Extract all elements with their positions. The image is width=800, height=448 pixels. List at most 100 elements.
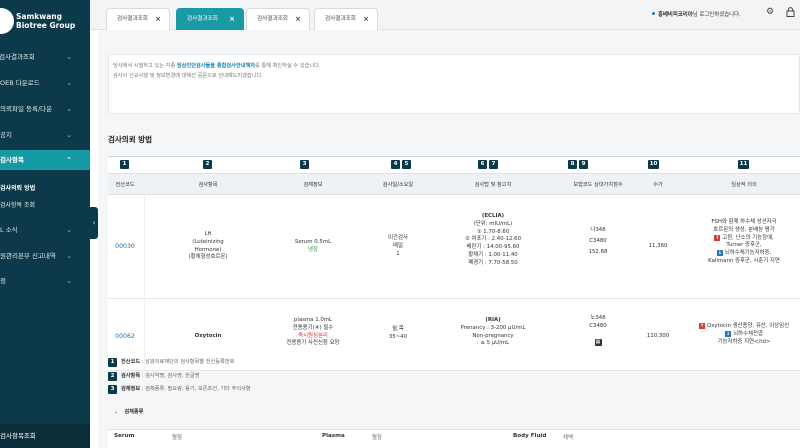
sidebar: Samkwang Biotree Group 검사결과조회 ⌄ OEB 다운로드 ⌄… bbox=[0, 0, 90, 448]
number-badge: 2 bbox=[108, 372, 117, 381]
header-price: 수가 bbox=[653, 182, 663, 188]
specimen-text: ) 필수 bbox=[319, 324, 334, 331]
info-link[interactable]: 임상진단검사들을 종합검사안내책자 bbox=[177, 63, 255, 69]
price: 110,300 bbox=[646, 333, 670, 339]
tab-label: 검사결과조회 bbox=[325, 16, 356, 22]
specimen-toggle-label: 검체종류 bbox=[124, 409, 144, 415]
insurance-line: C3480 bbox=[589, 238, 607, 244]
sidebar-item-label: OEB 다운로드 bbox=[0, 79, 40, 87]
close-icon[interactable]: × bbox=[295, 9, 301, 30]
notice-text: 님 로그인하셨습니다. bbox=[692, 12, 741, 18]
column-divider bbox=[144, 195, 145, 299]
number-badge: 4 bbox=[391, 160, 400, 169]
test-code-link[interactable]: 00062 bbox=[108, 333, 142, 341]
test-item-line: (황체형성호르몬) bbox=[188, 254, 228, 261]
sidebar-item-notice[interactable]: 공지 ⌄ bbox=[0, 125, 90, 145]
legend-text: : 삼광의료재단의 검사항목별 전산등록번호 bbox=[140, 359, 235, 365]
sidebar-item-label: 원관리본부 신고내역 bbox=[0, 252, 56, 260]
test-method: (ECLIA) (단위: mIU/mL) ① 1.70-8.60 ② 여포기 :… bbox=[428, 213, 558, 268]
header-insurance: 보험코드 상대가치점수 bbox=[573, 182, 623, 188]
sidebar-item-results[interactable]: 검사결과조회 ⌄ bbox=[0, 47, 90, 67]
number-badge: 11 bbox=[738, 160, 749, 169]
chevron-down-icon: ⌄ bbox=[66, 226, 72, 234]
header-specimen: 검체정보 bbox=[303, 182, 323, 188]
calendar-icon-glyph: ▦ bbox=[594, 338, 602, 346]
sidebar-item-misc[interactable]: 정 ⌄ bbox=[0, 271, 90, 291]
insurance-code: 노348 C3480 ▦ bbox=[558, 315, 638, 346]
test-item: Oxytocin bbox=[194, 333, 222, 339]
specimen-note: 전용용기 사전신청 요망 bbox=[286, 340, 340, 347]
header-code: 전산코드 bbox=[115, 182, 135, 188]
gear-icon[interactable]: ⚙ bbox=[766, 7, 774, 17]
specimen-info: Serum 0.5mL 냉장 bbox=[258, 239, 368, 255]
sidebar-subitem-request-method[interactable]: 검사의뢰 방법 bbox=[0, 183, 35, 192]
specimen-amount: plasma 1.0mL bbox=[293, 317, 333, 323]
sidebar-bottom-item[interactable]: 검사항목조회 bbox=[0, 424, 90, 448]
chevron-down-icon: ⌄ bbox=[66, 131, 72, 139]
test-code-link[interactable]: 00030 bbox=[108, 243, 142, 251]
number-badge: 6 bbox=[478, 160, 487, 169]
clinical-text: 뇌하수체전엽 bbox=[733, 330, 763, 337]
specimen-storage: 냉장 bbox=[308, 246, 318, 253]
tab-results-1[interactable]: 검사결과조회 × bbox=[106, 8, 170, 30]
brand-name: Samkwang Biotree Group bbox=[16, 12, 75, 30]
close-icon[interactable]: × bbox=[229, 9, 235, 30]
sidebar-item-reports[interactable]: 원관리본부 신고내역 ⌄ bbox=[0, 246, 90, 266]
calendar-icon[interactable]: ▦ bbox=[558, 338, 638, 347]
test-days-line: 이간검사 bbox=[388, 235, 408, 241]
sidebar-subitem-item-search[interactable]: 검사항목 조회 bbox=[0, 200, 35, 209]
brand-logo bbox=[0, 8, 14, 34]
method-line: 황체기 : 1.00-11.40 bbox=[468, 251, 518, 258]
close-icon[interactable]: × bbox=[363, 9, 369, 30]
sidebar-item-file-upload[interactable]: 의뢰파일 등록/다운 ⌄ bbox=[0, 99, 90, 119]
clinical-text: 고환, 난소의 기능장애, bbox=[722, 234, 774, 241]
sidebar-item-label: 의뢰파일 등록/다운 bbox=[0, 105, 53, 113]
specimen-panel: Serum 혈청 Plasma 혈장 Body Fluid 체액 bbox=[108, 429, 800, 448]
table-header: 전산코드 검사항목 검체정보 검사일/소요일 검사법 및 참고치 보험코드 상대… bbox=[108, 173, 800, 195]
chevron-down-icon: ⌄ bbox=[66, 105, 72, 113]
info-line-1: 당사에서 시행하고 있는 각종 임상진단검사들을 종합검사안내책자를 통해 확인… bbox=[113, 61, 799, 71]
method-line: 폐경기 : 7.70-58.50 bbox=[468, 259, 518, 266]
clinical-text: 뇌하수체기능저하증, bbox=[724, 250, 772, 257]
notice-user: 홍베비피코리아 bbox=[658, 12, 693, 18]
clinical-line: ↑ Oxytocin 생산종양, 유산, 이상임신 bbox=[688, 323, 800, 331]
number-badge: 8 bbox=[568, 160, 577, 169]
number-badge: 3 bbox=[300, 160, 309, 169]
number-badge: 9 bbox=[579, 160, 588, 169]
sidebar-collapse-button[interactable]: ‹ bbox=[90, 207, 98, 239]
chevron-down-icon: ⌄ bbox=[114, 409, 119, 415]
tab-results-4[interactable]: 검사결과조회 × bbox=[314, 8, 378, 30]
specimen-value: 혈청 bbox=[172, 435, 182, 441]
sidebar-item-news[interactable]: L 소식 ⌄ bbox=[0, 220, 90, 240]
method-line: (단위: mIU/mL) bbox=[473, 220, 513, 227]
sidebar-item-download[interactable]: OEB 다운로드 ⌄ bbox=[0, 73, 90, 93]
clinical-line: Kallmann 증후군, 시춘기 지연 bbox=[708, 257, 780, 264]
test-method: (RIA) Prenancy : 3-200 μU/mL Non-pregnan… bbox=[428, 317, 558, 348]
brand-line2: Biotree Group bbox=[16, 21, 76, 30]
sidebar-item-label: L 소식 bbox=[0, 226, 18, 234]
method-line: 배란기 : 14.00-95.60 bbox=[466, 244, 520, 251]
decrease-icon: ↓ bbox=[716, 250, 723, 257]
header-days: 검사일/소요일 bbox=[382, 182, 414, 188]
legend-title: 검체정보 bbox=[121, 386, 141, 392]
tab-results-2[interactable]: 검사결과조회 × bbox=[176, 8, 244, 30]
tab-label: 검사결과조회 bbox=[187, 16, 218, 22]
top-bar: 검사결과조회 × 검사결과조회 × 검사결과조회 × 검사결과조회 × 홍베비피코리아님… bbox=[90, 0, 800, 30]
close-icon[interactable]: × bbox=[155, 9, 161, 30]
clinical-line: ↓ 뇌하수체기능저하증, bbox=[688, 250, 800, 258]
specimen-label: Plasma bbox=[322, 433, 345, 439]
login-notice: 홍베비피코리아님 로그인하셨습니다. bbox=[652, 10, 741, 18]
tab-results-3[interactable]: 검사결과조회 × bbox=[246, 8, 310, 30]
specimen-value: 체액 bbox=[563, 435, 573, 441]
sidebar-item-label: 정 bbox=[0, 277, 6, 285]
specimen-toggle[interactable]: ⌄ 검체종류 bbox=[114, 408, 143, 415]
number-badge: 3 bbox=[108, 385, 117, 394]
clinical-line: ↓ 뇌하수체전엽 bbox=[688, 330, 800, 339]
clinical-line: 기능저하증 지연</td> bbox=[717, 338, 771, 345]
sidebar-item-test-items[interactable]: 검사항목 ⌃ bbox=[0, 150, 90, 170]
notice-dot-icon bbox=[652, 12, 655, 15]
info-line-2: 검사의 신규시행 및 정보변경에 대해선 공문으로 안내해드리겠습니다. bbox=[113, 73, 263, 79]
number-badge: 1 bbox=[108, 358, 117, 367]
clinical-line: FSH와 함께 하수체 성선자극 bbox=[711, 219, 777, 225]
lock-icon[interactable] bbox=[786, 7, 795, 19]
